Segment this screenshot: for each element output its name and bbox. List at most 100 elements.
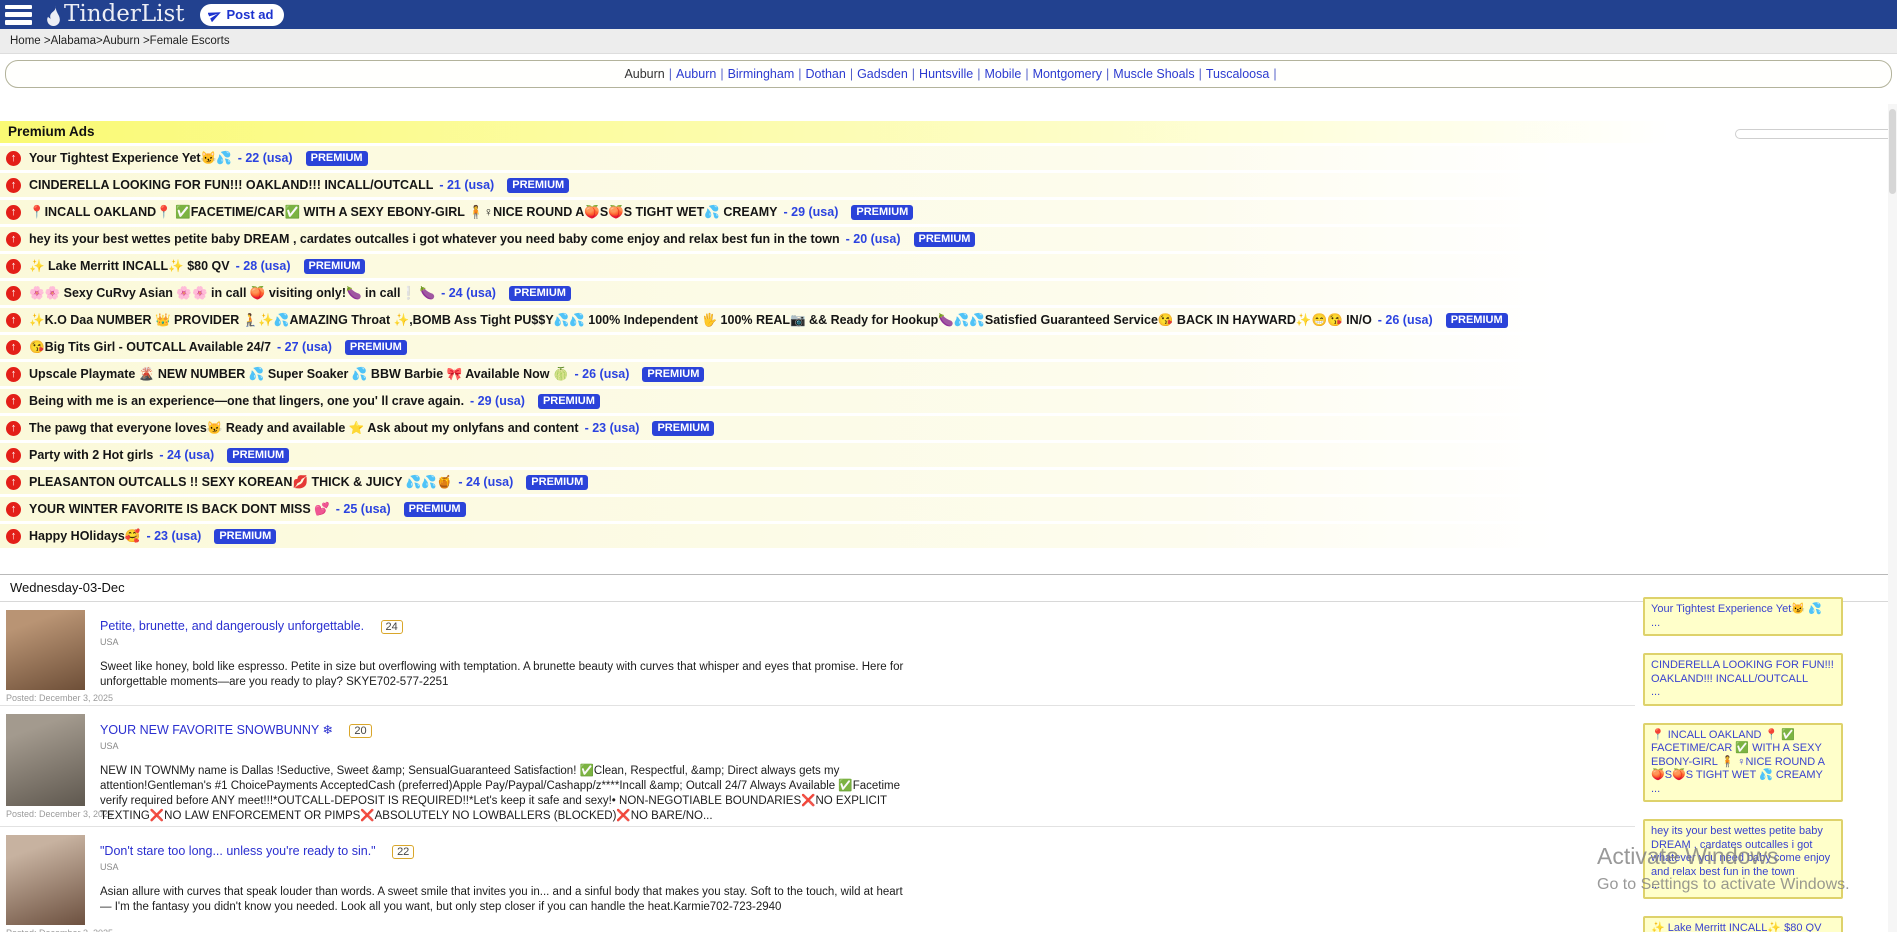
sidebar-ad-box[interactable]: 📍 INCALL OAKLAND 📍 ✅ FACETIME/CAR ✅ WITH… [1643,723,1843,803]
premium-badge: PREMIUM [214,529,276,544]
premium-badge: PREMIUM [851,205,913,220]
premium-ad-title[interactable]: 😘Big Tits Girl - OUTCALL Available 24/7 [29,340,271,355]
city-link[interactable]: Montgomery [1033,67,1102,81]
bump-up-icon: ↑ [6,475,21,490]
menu-icon[interactable] [5,5,32,25]
posted-date: Posted: December 3, 2025 [6,693,100,703]
premium-ad-title[interactable]: YOUR WINTER FAVORITE IS BACK DONT MISS 💕 [29,502,330,517]
listing-location: USA [100,741,905,751]
listing-description: NEW IN TOWNMy name is Dallas !Seductive,… [100,764,905,824]
listing-thumb-column: Posted: December 3, 2025 [6,835,100,932]
premium-ad-row: ↑ Happy HOlidays🥰 - 23 (usa) PREMIUM [0,524,1897,548]
breadcrumb-text[interactable]: Home >Alabama>Auburn >Female Escorts [10,35,230,47]
scrollbar-thumb[interactable] [1889,109,1896,194]
city-links-box: Auburn | Auburn | Birmingham | Dothan | … [5,60,1892,88]
city-link[interactable]: Mobile [984,67,1021,81]
premium-badge: PREMIUM [227,448,289,463]
page: TinderList Post ad Home >Alabama>Auburn … [0,0,1897,932]
sidebar-ad-title[interactable]: hey its your best wettes petite baby DRE… [1651,825,1830,878]
city-link[interactable]: Dothan [806,67,846,81]
listing-thumb-column: Posted: December 3, 2025 [6,610,100,703]
city-separator: | [1106,67,1109,81]
bump-up-icon: ↑ [6,529,21,544]
premium-ad-title[interactable]: Party with 2 Hot girls [29,448,153,462]
listing-title-link[interactable]: Petite, brunette, and dangerously unforg… [100,619,364,633]
city-link[interactable]: Huntsville [919,67,973,81]
city-separator: | [1273,67,1276,81]
menu-bar [5,20,32,25]
premium-sidebar: Your Tightest Experience Yet😼 💦 ... CIND… [1643,597,1843,932]
premium-ad-age-meta: - 25 (usa) [336,502,391,516]
city-link[interactable]: Auburn [676,67,716,81]
bump-up-icon: ↑ [6,259,21,274]
listings-column: Posted: December 3, 2025 Petite, brunett… [0,602,1635,932]
listing-title-link[interactable]: "Don't stare too long... unless you're r… [100,844,376,858]
flame-icon [44,4,64,26]
listing-title-link[interactable]: YOUR NEW FAVORITE SNOWBUNNY ❄ [100,723,333,737]
date-header: Wednesday-03-Dec [0,574,1897,602]
listing-item: Posted: December 3, 2025 "Don't stare to… [0,827,1635,932]
premium-ads-section: Premium Ads ↑ Your Tightest Experience Y… [0,121,1897,548]
premium-ad-title[interactable]: 🌸🌸 Sexy CuRvy Asian 🌸🌸 in call 🍑 visitin… [29,286,435,301]
post-ad-button[interactable]: Post ad [200,4,285,26]
city-link[interactable]: Birmingham [728,67,795,81]
premium-ad-title[interactable]: Happy HOlidays🥰 [29,529,140,544]
bump-up-icon: ↑ [6,232,21,247]
bump-up-icon: ↑ [6,502,21,517]
city-separator: | [669,67,672,81]
premium-ad-title[interactable]: ✨K.O Daa NUMBER 👑 PROVIDER 🧎✨💦AMAZING Th… [29,313,1372,328]
paper-plane-icon [208,8,222,22]
sidebar-ad-ellipsis: ... [1651,783,1835,797]
premium-ad-age-meta: - 20 (usa) [846,232,901,246]
listing-thumbnail[interactable] [6,610,85,690]
listing-content: "Don't stare too long... unless you're r… [100,835,905,932]
premium-ad-title[interactable]: hey its your best wettes petite baby DRE… [29,232,840,246]
breadcrumb: Home >Alabama>Auburn >Female Escorts [0,29,1897,54]
sidebar-ad-title[interactable]: 📍 INCALL OAKLAND 📍 ✅ FACETIME/CAR ✅ WITH… [1651,729,1825,782]
city-link[interactable]: Muscle Shoals [1113,67,1194,81]
listing-description: Asian allure with curves that speak loud… [100,885,905,915]
sidebar-ad-box[interactable]: ✨ Lake Merritt INCALL✨ $80 QV ... [1643,916,1843,932]
menu-bar [5,12,32,17]
premium-ad-title[interactable]: The pawg that everyone loves😼 Ready and … [29,421,579,436]
scrollbar-track[interactable] [1888,104,1897,932]
premium-ad-row: ↑ ✨ Lake Merritt INCALL✨ $80 QV - 28 (us… [0,254,1897,278]
premium-ad-title[interactable]: Upscale Playmate 🌋 NEW NUMBER 💦 Super So… [29,367,569,382]
city-link[interactable]: Tuscaloosa [1206,67,1269,81]
premium-ads-list: ↑ Your Tightest Experience Yet😼💦 - 22 (u… [0,146,1897,548]
sidebar-ad-title[interactable]: CINDERELLA LOOKING FOR FUN!!! OAKLAND!!!… [1651,659,1834,685]
sidebar-ad-ellipsis: ... [1651,686,1835,700]
bump-up-icon: ↑ [6,340,21,355]
premium-badge: PREMIUM [914,232,976,247]
premium-ad-title[interactable]: Your Tightest Experience Yet😼💦 [29,151,232,166]
premium-ad-age-meta: - 26 (usa) [575,367,630,381]
premium-ad-age-meta: - 24 (usa) [159,448,214,462]
age-badge: 24 [381,620,403,634]
premium-badge: PREMIUM [345,340,407,355]
bump-up-icon: ↑ [6,205,21,220]
premium-ad-age-meta: - 27 (usa) [277,340,332,354]
sidebar-ad-ellipsis: ... [1651,879,1835,893]
premium-badge: PREMIUM [507,178,569,193]
sidebar-ad-box[interactable]: Your Tightest Experience Yet😼 💦 ... [1643,597,1843,636]
city-link[interactable]: Gadsden [857,67,908,81]
sidebar-ad-box[interactable]: hey its your best wettes petite baby DRE… [1643,819,1843,899]
premium-ad-title[interactable]: ✨ Lake Merritt INCALL✨ $80 QV [29,259,230,274]
premium-ad-title[interactable]: PLEASANTON OUTCALLS !! SEXY KOREAN💋 THIC… [29,475,452,490]
posted-date: Posted: December 3, 2025 [6,809,100,819]
sidebar-ad-title[interactable]: Your Tightest Experience Yet😼 💦 [1651,603,1822,615]
listing-thumbnail[interactable] [6,835,85,925]
sidebar-ad-title[interactable]: ✨ Lake Merritt INCALL✨ $80 QV [1651,922,1821,932]
premium-ad-title[interactable]: CINDERELLA LOOKING FOR FUN!!! OAKLAND!!!… [29,178,433,192]
premium-ad-age-meta: - 26 (usa) [1378,313,1433,327]
listing-title-row: "Don't stare too long... unless you're r… [100,842,905,860]
sidebar-ad-box[interactable]: CINDERELLA LOOKING FOR FUN!!! OAKLAND!!!… [1643,653,1843,706]
premium-ad-age-meta: - 28 (usa) [236,259,291,273]
bump-up-icon: ↑ [6,313,21,328]
site-logo[interactable]: TinderList [44,3,185,26]
bump-up-icon: ↑ [6,178,21,193]
premium-ad-title[interactable]: 📍INCALL OAKLAND📍 ✅FACETIME/CAR✅ WITH A S… [29,205,778,220]
premium-badge: PREMIUM [652,421,714,436]
premium-ad-title[interactable]: Being with me is an experience—one that … [29,394,464,408]
listing-thumbnail[interactable] [6,714,85,806]
